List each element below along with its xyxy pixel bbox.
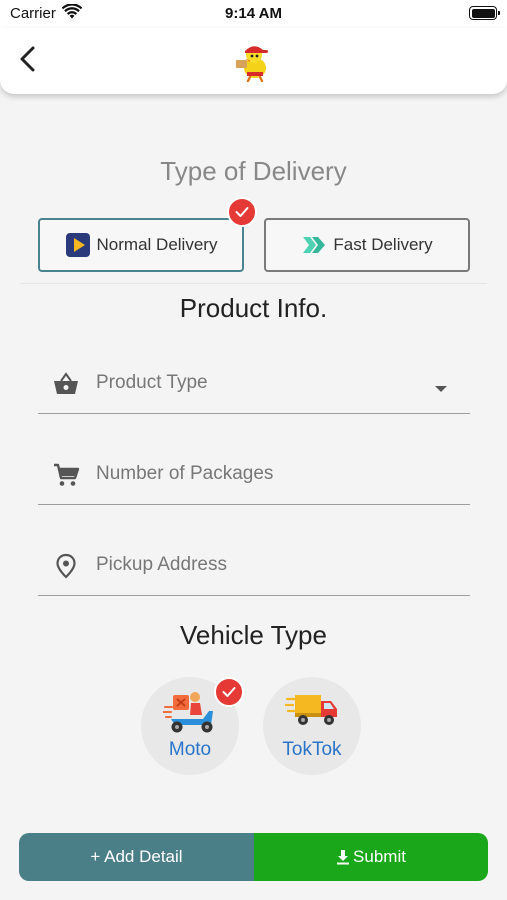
delivery-type-title: Type of Delivery [160, 156, 347, 186]
pickup-address-placeholder: Pickup Address [96, 554, 227, 575]
vehicle-type-title: Vehicle Type [180, 620, 327, 650]
download-icon [336, 849, 350, 865]
fast-delivery-option[interactable]: Fast Delivery [264, 218, 470, 272]
vehicle-option-toktok[interactable]: TokTok [263, 677, 361, 775]
play-icon [65, 232, 91, 258]
packages-count-input[interactable]: Number of Packages [38, 445, 470, 505]
packages-count-placeholder: Number of Packages [96, 463, 274, 484]
normal-delivery-option[interactable]: Normal Delivery [38, 218, 244, 272]
fast-delivery-label: Fast Delivery [333, 235, 433, 254]
basket-icon [52, 370, 80, 398]
submit-button[interactable]: Submit [254, 833, 488, 881]
selected-check-icon [227, 197, 257, 227]
truck-icon [283, 689, 339, 735]
back-button[interactable] [14, 44, 44, 74]
add-detail-label: + Add Detail [90, 847, 183, 866]
battery-icon [469, 6, 500, 20]
app-bar [0, 28, 507, 94]
cart-icon [52, 461, 80, 489]
toktok-label: TokTok [282, 739, 342, 760]
bottom-action-bar: + Add Detail Submit [19, 833, 488, 881]
add-detail-button[interactable]: + Add Detail [19, 833, 254, 881]
scooter-icon [162, 689, 217, 735]
moto-label: Moto [168, 739, 212, 760]
product-type-dropdown[interactable]: Product Type [38, 354, 470, 414]
clock: 9:14 AM [225, 5, 282, 22]
location-pin-icon [52, 552, 80, 580]
pickup-address-input[interactable]: Pickup Address [38, 536, 470, 596]
divider [20, 283, 487, 284]
submit-label: Submit [353, 847, 406, 866]
product-type-placeholder: Product Type [96, 372, 208, 393]
product-info-title: Product Info. [179, 293, 328, 323]
double-chevron-right-icon [301, 232, 327, 258]
dropdown-arrow-icon [434, 380, 448, 398]
chevron-left-icon [20, 46, 35, 72]
mascot-logo [230, 38, 274, 83]
normal-delivery-label: Normal Delivery [96, 235, 218, 254]
status-bar: Carrier 9:14 AM [0, 0, 507, 28]
selected-check-icon [214, 677, 244, 707]
